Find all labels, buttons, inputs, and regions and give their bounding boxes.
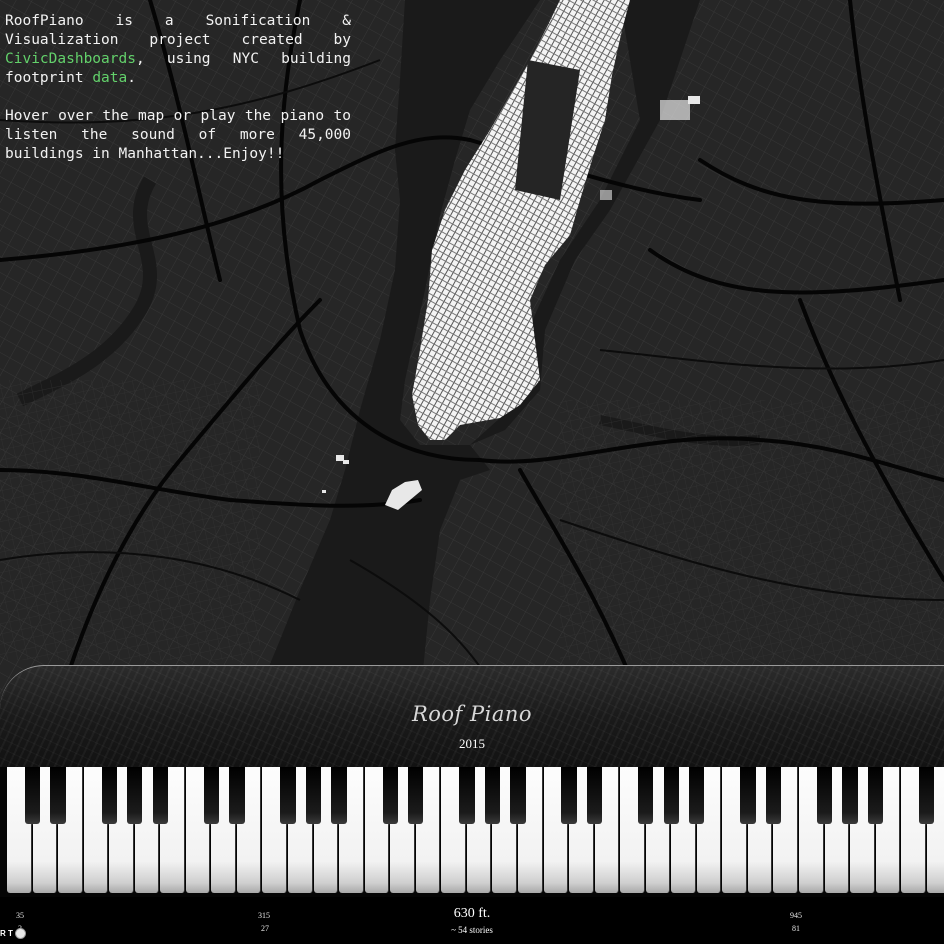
- black-key[interactable]: [816, 767, 833, 824]
- intro-text-part: .: [127, 70, 136, 86]
- black-key[interactable]: [510, 767, 526, 824]
- data-link[interactable]: data: [92, 70, 127, 86]
- black-key[interactable]: [382, 767, 398, 824]
- black-key[interactable]: [331, 767, 347, 824]
- black-key[interactable]: [689, 767, 705, 824]
- black-key[interactable]: [484, 767, 501, 824]
- black-key[interactable]: [663, 767, 679, 824]
- black-key[interactable]: [305, 767, 322, 824]
- black-key[interactable]: [50, 767, 66, 824]
- civicdashboards-link[interactable]: CivicDashboards: [5, 51, 136, 67]
- record-toggle-icon[interactable]: [14, 928, 26, 939]
- black-key[interactable]: [459, 767, 475, 824]
- black-key[interactable]: [842, 767, 858, 824]
- black-key[interactable]: [101, 767, 117, 824]
- intro-text-part: RoofPiano is a Sonification & Visualizat…: [5, 13, 351, 48]
- black-key[interactable]: [152, 767, 168, 824]
- intro-text: RoofPiano is a Sonification & Visualizat…: [5, 12, 351, 183]
- current-height: 630 ft.: [453, 906, 491, 921]
- intro-paragraph-2: Hover over the map or play the piano to …: [5, 108, 351, 162]
- black-key[interactable]: [24, 767, 41, 824]
- piano-keyboard[interactable]: [0, 767, 944, 897]
- current-stories: ~ 54 stories: [451, 925, 493, 935]
- brand-title: Roof Piano: [411, 702, 533, 726]
- year-label: 2015: [459, 736, 485, 751]
- black-key[interactable]: [919, 767, 935, 824]
- control-label: R T: [0, 929, 13, 938]
- black-key[interactable]: [280, 767, 296, 824]
- black-key[interactable]: [127, 767, 143, 824]
- black-key[interactable]: [765, 767, 782, 824]
- black-key[interactable]: [561, 767, 577, 824]
- black-key[interactable]: [638, 767, 654, 824]
- black-key[interactable]: [867, 767, 884, 824]
- black-key[interactable]: [408, 767, 424, 824]
- black-key[interactable]: [740, 767, 756, 824]
- intro-paragraph-1: RoofPiano is a Sonification & Visualizat…: [5, 12, 351, 88]
- black-key[interactable]: [586, 767, 603, 824]
- black-key[interactable]: [203, 767, 220, 824]
- play-control[interactable]: R T: [0, 928, 26, 939]
- black-key[interactable]: [229, 767, 245, 824]
